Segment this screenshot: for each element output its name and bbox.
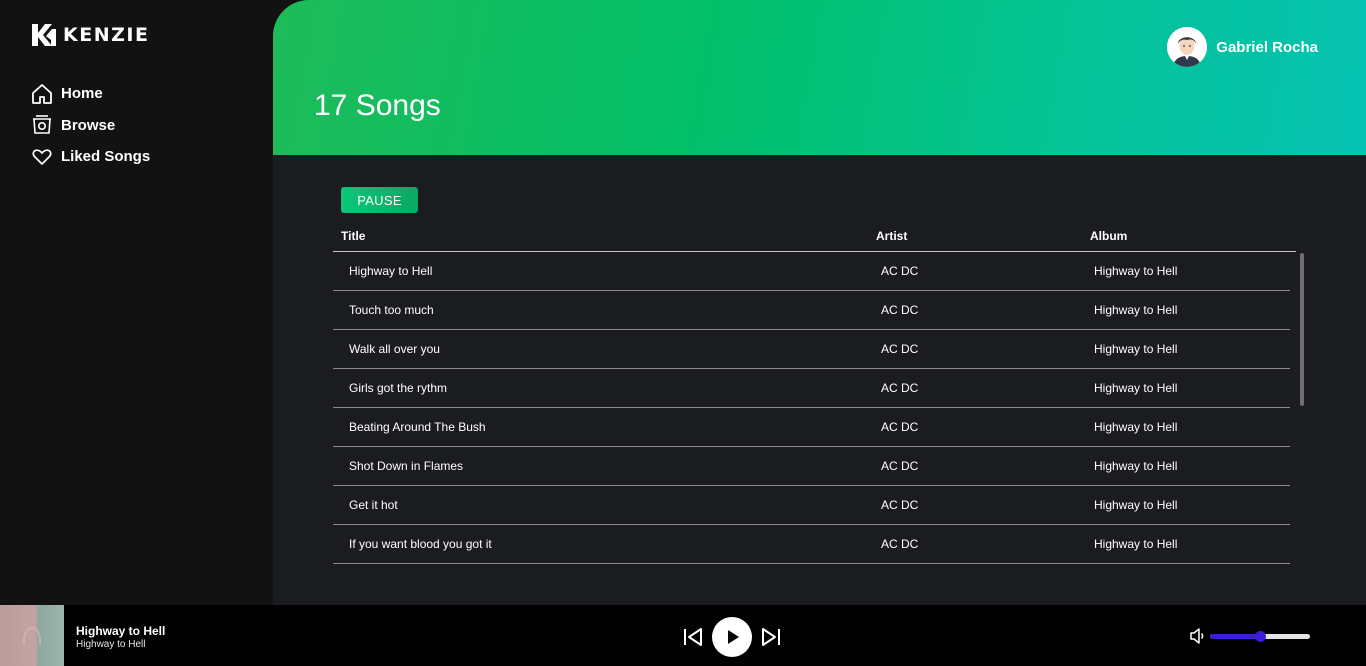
volume-slider-fill bbox=[1210, 633, 1260, 639]
home-icon bbox=[31, 83, 53, 105]
album-cover bbox=[0, 605, 64, 666]
song-list: Highway to Hell AC DC Highway to Hell To… bbox=[333, 252, 1290, 572]
player-bar: Highway to Hell Highway to Hell bbox=[0, 605, 1366, 666]
song-artist: AC DC bbox=[881, 498, 919, 512]
skip-previous-icon bbox=[684, 628, 702, 646]
table-header: Title Artist Album bbox=[333, 227, 1296, 252]
scrollbar-thumb[interactable] bbox=[1300, 253, 1304, 406]
table-row[interactable]: Beating Around The Bush AC DC Highway to… bbox=[333, 408, 1290, 447]
table-row[interactable]: Shot Down in Flames AC DC Highway to Hel… bbox=[333, 447, 1290, 486]
song-album: Highway to Hell bbox=[1094, 537, 1178, 551]
avatar bbox=[1167, 27, 1208, 67]
sidebar-item-home[interactable]: Home bbox=[31, 78, 150, 110]
sidebar-item-label: Home bbox=[61, 85, 103, 103]
column-header-title[interactable]: Title bbox=[341, 229, 365, 243]
play-button[interactable] bbox=[712, 617, 752, 657]
song-title: Highway to Hell bbox=[349, 264, 433, 278]
logo[interactable]: KENZIE bbox=[31, 22, 149, 48]
next-button[interactable] bbox=[760, 626, 782, 648]
song-album: Highway to Hell bbox=[1094, 342, 1178, 356]
volume-slider-handle[interactable] bbox=[1255, 630, 1266, 642]
song-artist: AC DC bbox=[881, 459, 919, 473]
song-title: Touch too much bbox=[349, 303, 434, 317]
previous-button[interactable] bbox=[682, 626, 704, 648]
song-list-scrollbar[interactable] bbox=[1298, 252, 1306, 570]
user-name: Gabriel Rocha bbox=[1216, 38, 1318, 56]
browse-icon bbox=[31, 114, 53, 136]
page-title: 17 Songs bbox=[314, 89, 441, 122]
song-artist: AC DC bbox=[881, 303, 919, 317]
column-header-album[interactable]: Album bbox=[1090, 229, 1127, 243]
brand-name: KENZIE bbox=[63, 24, 150, 46]
table-row[interactable]: If you want blood you got it AC DC Highw… bbox=[333, 525, 1290, 564]
song-artist: AC DC bbox=[881, 381, 919, 395]
volume-control bbox=[1189, 627, 1310, 645]
sidebar-item-label: Liked Songs bbox=[61, 148, 151, 166]
song-title: Beating Around The Bush bbox=[349, 420, 486, 434]
song-title: If you want blood you got it bbox=[349, 537, 492, 551]
main-content: 17 Songs Gabriel Rocha PAUSE Title Artis… bbox=[273, 0, 1366, 605]
song-album: Highway to Hell bbox=[1094, 381, 1178, 395]
table-row[interactable]: Walk all over you AC DC Highway to Hell bbox=[333, 330, 1290, 369]
now-playing-album: Highway to Hell bbox=[76, 639, 146, 650]
table-row[interactable]: Girls got the rythm AC DC Highway to Hel… bbox=[333, 369, 1290, 408]
sidebar-nav: Home Browse Liked Songs bbox=[31, 78, 150, 173]
playback-controls bbox=[682, 617, 782, 657]
song-album: Highway to Hell bbox=[1094, 264, 1178, 278]
table-row[interactable]: Get it hot AC DC Highway to Hell bbox=[333, 486, 1290, 525]
song-artist: AC DC bbox=[881, 537, 919, 551]
table-row[interactable]: Highway to Hell AC DC Highway to Hell bbox=[333, 252, 1290, 291]
skip-next-icon bbox=[762, 628, 780, 646]
sidebar-item-label: Browse bbox=[61, 116, 116, 134]
now-playing-title: Highway to Hell bbox=[76, 624, 166, 638]
sidebar-item-browse[interactable]: Browse bbox=[31, 110, 150, 142]
cover-art-icon bbox=[22, 626, 42, 645]
song-album: Highway to Hell bbox=[1094, 459, 1178, 473]
song-artist: AC DC bbox=[881, 342, 919, 356]
header-banner: 17 Songs Gabriel Rocha bbox=[273, 0, 1366, 155]
sidebar: KENZIE Home Browse Liked Songs bbox=[0, 0, 273, 605]
song-album: Highway to Hell bbox=[1094, 303, 1178, 317]
kenzie-logo-icon bbox=[32, 24, 56, 46]
song-title: Walk all over you bbox=[349, 342, 440, 356]
sidebar-item-liked-songs[interactable]: Liked Songs bbox=[31, 141, 150, 173]
song-title: Girls got the rythm bbox=[349, 381, 448, 395]
user-profile[interactable]: Gabriel Rocha bbox=[1167, 27, 1318, 67]
heart-icon bbox=[31, 146, 53, 168]
song-artist: AC DC bbox=[881, 420, 919, 434]
pause-button[interactable]: PAUSE bbox=[341, 187, 418, 213]
song-album: Highway to Hell bbox=[1094, 420, 1178, 434]
table-row[interactable]: Touch too much AC DC Highway to Hell bbox=[333, 291, 1290, 330]
volume-slider[interactable] bbox=[1210, 630, 1310, 642]
song-title: Shot Down in Flames bbox=[349, 459, 464, 473]
play-icon bbox=[728, 630, 739, 644]
song-title: Get it hot bbox=[349, 498, 398, 512]
volume-icon[interactable] bbox=[1189, 627, 1207, 645]
song-artist: AC DC bbox=[881, 264, 919, 278]
column-header-artist[interactable]: Artist bbox=[876, 229, 907, 243]
song-album: Highway to Hell bbox=[1094, 498, 1178, 512]
